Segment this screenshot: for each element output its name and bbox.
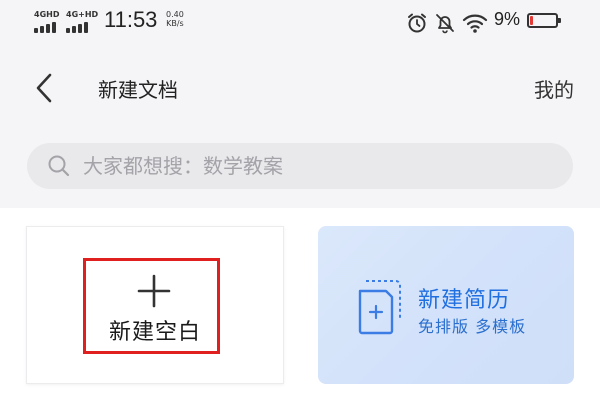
new-resume-title: 新建简历: [418, 288, 511, 313]
create-options: 新建空白 新建简历 免排版 多模板: [0, 208, 600, 410]
status-time: 11:53: [104, 7, 158, 32]
mute-bell-icon: [436, 14, 454, 34]
new-blank-card[interactable]: 新建空白: [26, 226, 284, 384]
net-speed: 0.40 KB/s: [166, 10, 184, 28]
battery-level-fill: [530, 16, 533, 25]
status-bar: 4GHD 4G+HD 11:53 0.40 KB/s 9%: [0, 0, 600, 46]
new-blank-label: 新建空白: [108, 320, 201, 345]
new-resume-subtitle: 免排版 多模板: [418, 317, 527, 336]
sim2-label: 4G+HD: [66, 10, 99, 19]
sim1-signal-icon: 4GHD: [34, 10, 62, 33]
net-speed-unit: KB/s: [166, 19, 184, 28]
plus-icon: [137, 274, 171, 308]
new-resume-card[interactable]: 新建简历 免排版 多模板: [318, 226, 574, 384]
search-icon: [48, 155, 70, 177]
back-button[interactable]: [26, 68, 62, 108]
search-bar[interactable]: [27, 143, 573, 189]
alarm-icon: [408, 13, 426, 33]
wifi-icon: [462, 14, 488, 33]
new-document-screen: 4GHD 4G+HD 11:53 0.40 KB/s 9% 新建文档 我的 大家…: [0, 0, 600, 410]
sim2-signal-icon: 4G+HD: [66, 10, 98, 33]
page-title: 新建文档: [98, 78, 178, 102]
resume-doc-icon: [358, 280, 401, 335]
sim1-label: 4GHD: [34, 10, 60, 19]
net-speed-value: 0.40: [166, 10, 184, 19]
battery-percent: 9%: [494, 9, 521, 29]
nav-bar: 新建文档 我的: [0, 60, 600, 116]
battery-icon: [527, 13, 561, 28]
search-input[interactable]: [81, 153, 545, 179]
mine-button[interactable]: 我的: [534, 74, 574, 103]
chevron-left-icon: [36, 73, 52, 103]
